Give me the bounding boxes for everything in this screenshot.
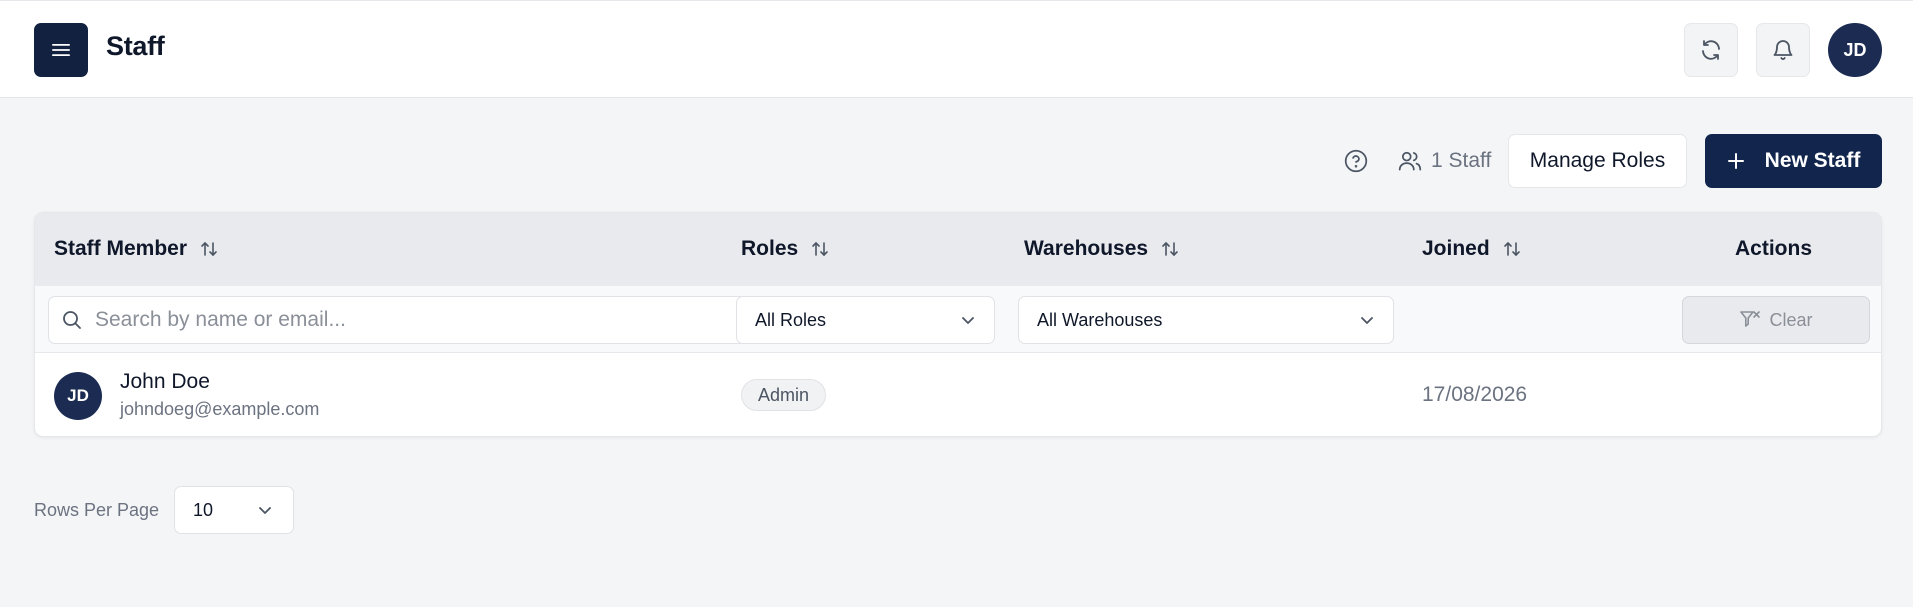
- new-staff-label: New Staff: [1764, 149, 1861, 172]
- clear-label: Clear: [1769, 309, 1813, 330]
- refresh-icon: [1702, 40, 1720, 60]
- hamburger-icon: [52, 44, 70, 56]
- sort-icon: [1162, 242, 1178, 256]
- column-roles[interactable]: Roles: [741, 237, 830, 261]
- column-actions: Actions: [1735, 237, 1812, 261]
- column-label: Actions: [1735, 237, 1813, 260]
- warehouses-filter-value: All Warehouses: [1037, 309, 1163, 330]
- chevron-down-icon: [259, 507, 271, 514]
- table-header: Staff Member Roles Warehouses Joined Act…: [35, 213, 1881, 286]
- filter-clear-icon: [1740, 311, 1761, 327]
- column-label: Warehouses: [1024, 237, 1149, 260]
- staff-email: johndoeg@example.com: [120, 399, 320, 419]
- column-label: Joined: [1422, 237, 1490, 260]
- staff-count-label: 1 Staff: [1431, 149, 1492, 172]
- warehouses-filter-select[interactable]: All Warehouses: [1018, 296, 1394, 344]
- rows-per-page-value: 10: [193, 499, 214, 520]
- help-circle-icon: [1344, 149, 1368, 173]
- new-staff-button[interactable]: New Staff: [1705, 134, 1882, 188]
- table-row[interactable]: JD John Doe johndoeg@example.com Admin 1…: [35, 353, 1881, 436]
- roles-filter-value: All Roles: [755, 309, 827, 330]
- sort-icon: [812, 242, 828, 256]
- column-label: Staff Member: [54, 237, 188, 260]
- search-input[interactable]: [95, 308, 715, 332]
- search-icon: [63, 311, 81, 329]
- role-badge: Admin: [741, 379, 827, 411]
- chevron-down-icon: [962, 317, 974, 324]
- sort-icon: [1503, 242, 1520, 256]
- sort-icon: [201, 242, 217, 256]
- rows-per-page-label: Rows Per Page: [34, 500, 160, 520]
- staff-avatar: JD: [54, 372, 102, 420]
- rows-per-page-select[interactable]: 10: [174, 486, 294, 534]
- refresh-button[interactable]: [1684, 23, 1738, 77]
- notifications-button[interactable]: [1756, 23, 1810, 77]
- chevron-down-icon: [1361, 317, 1373, 324]
- joined-date: 17/08/2026: [1422, 383, 1528, 406]
- search-field[interactable]: [48, 296, 746, 344]
- staff-name: John Doe: [120, 370, 210, 393]
- top-bar: Staff JD: [0, 0, 1913, 98]
- page-title: Staff: [106, 31, 165, 61]
- column-warehouses[interactable]: Warehouses: [1024, 237, 1180, 261]
- staff-table: Staff Member Roles Warehouses Joined Act…: [34, 212, 1882, 437]
- users-icon: [1398, 151, 1422, 171]
- bell-icon: [1773, 40, 1793, 60]
- clear-filters-button[interactable]: Clear: [1682, 296, 1870, 344]
- plus-icon: [1727, 153, 1744, 169]
- manage-roles-button[interactable]: Manage Roles: [1508, 134, 1687, 188]
- user-avatar[interactable]: JD: [1828, 23, 1882, 77]
- column-joined[interactable]: Joined: [1422, 237, 1522, 261]
- staff-count: 1 Staff: [1397, 147, 1491, 175]
- column-staff-member[interactable]: Staff Member: [54, 237, 219, 261]
- column-label: Roles: [741, 237, 799, 260]
- help-button[interactable]: [1343, 148, 1369, 174]
- roles-filter-select[interactable]: All Roles: [736, 296, 995, 344]
- filter-row: All Roles All Warehouses Clear: [35, 286, 1881, 353]
- menu-button[interactable]: [34, 23, 88, 77]
